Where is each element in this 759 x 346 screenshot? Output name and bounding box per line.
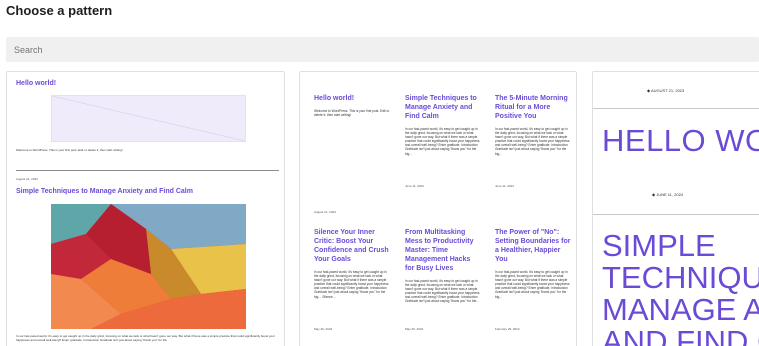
featured-image — [51, 204, 246, 329]
post-date: June 11, 2024 — [405, 184, 424, 188]
post-date: June 11, 2024 — [495, 184, 514, 188]
post-title: Simple Techniques to Manage Anxiety and … — [16, 188, 193, 195]
post-excerpt: In our fast-paced world, it's easy to ge… — [16, 334, 275, 342]
post-item: The 5-Minute Morning Ritual for a More P… — [495, 94, 571, 156]
title-line: AND FIND CALM — [602, 324, 759, 346]
separator — [593, 108, 759, 109]
post-date: ◆ AUGUST 21, 2023 — [647, 88, 685, 93]
post-title: Hello world! — [16, 80, 57, 87]
post-excerpt: In our fast-paced world, it's easy to ge… — [495, 127, 570, 156]
post-item: The Power of "No": Setting Boundaries fo… — [495, 228, 571, 299]
post-title: Silence Your Inner Critic: Boost Your Co… — [314, 229, 389, 263]
post-date: ◆ JUNE 11, 2024 — [652, 192, 684, 197]
post-title: The Power of "No": Setting Boundaries fo… — [495, 229, 571, 263]
pattern-card-1[interactable]: Hello world! Welcome to WordPress. This … — [6, 71, 285, 346]
featured-image-placeholder — [51, 95, 246, 142]
post-item: Silence Your Inner Critic: Boost Your Co… — [314, 228, 390, 299]
post-title: The 5-Minute Morning Ritual for a More P… — [495, 95, 568, 120]
post-item: Hello world! Welcome to WordPress. This … — [314, 94, 390, 117]
post-date: August 21, 2023 — [314, 210, 336, 214]
post-date: August 21, 2023 — [16, 177, 38, 181]
post-excerpt: In our fast-paced world, it's easy to ge… — [405, 279, 480, 304]
post-excerpt: In our fast-paced world, it's easy to ge… — [495, 270, 570, 299]
title-line: TECHNIQUES TO — [602, 260, 759, 295]
pattern-card-2[interactable]: Hello world! Welcome to WordPress. This … — [299, 71, 577, 346]
post-date: May 29, 2024 — [314, 327, 333, 331]
post-date: February 29, 2024 — [495, 327, 520, 331]
separator — [16, 170, 279, 171]
search-input[interactable] — [6, 37, 759, 62]
title-line: SIMPLE — [602, 228, 716, 263]
search-field[interactable] — [6, 37, 759, 62]
post-title: SIMPLE TECHNIQUES TO MANAGE ANXIETY AND … — [602, 230, 759, 346]
title-line: MANAGE ANXIETY — [602, 292, 759, 327]
post-excerpt: In our fast-paced world, it's easy to ge… — [405, 127, 480, 156]
post-title: Hello world! — [314, 95, 355, 102]
post-item: Simple Techniques to Manage Anxiety and … — [405, 94, 481, 156]
post-excerpt: Welcome to WordPress. This is your first… — [314, 109, 390, 118]
post-date: May 29, 2024 — [405, 327, 424, 331]
post-title: HELLO WORLD! — [602, 123, 759, 158]
separator — [593, 214, 759, 215]
post-title: From Multitasking Mess to Productivity M… — [405, 229, 474, 272]
post-excerpt: Welcome to WordPress. This is your first… — [16, 148, 123, 152]
post-excerpt: In our fast-paced world, it's easy to ge… — [314, 270, 389, 299]
post-title: Simple Techniques to Manage Anxiety and … — [405, 95, 477, 120]
page-title: Choose a pattern — [6, 3, 113, 18]
pattern-card-3[interactable]: ◆ AUGUST 21, 2023 HELLO WORLD! ◆ JUNE 11… — [592, 71, 759, 346]
post-item: From Multitasking Mess to Productivity M… — [405, 228, 481, 304]
